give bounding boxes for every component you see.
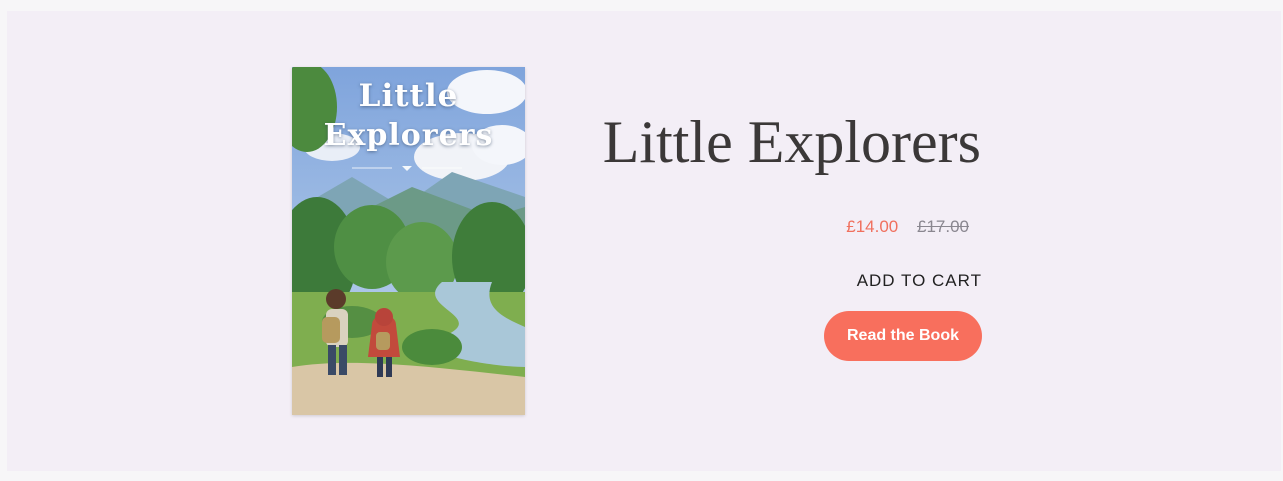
add-to-cart-button[interactable]: ADD TO CART <box>857 271 982 291</box>
read-the-book-button[interactable]: Read the Book <box>824 311 982 361</box>
original-price: £17.00 <box>917 217 969 236</box>
price-row: £14.00 £17.00 <box>846 217 969 237</box>
product-title: Little Explorers <box>602 109 981 175</box>
book-cover-image[interactable]: Little Explorers <box>292 67 525 415</box>
sale-price: £14.00 <box>846 217 899 236</box>
cover-title-line1: Little <box>358 78 459 114</box>
cover-title-line2: Explorers <box>323 118 494 153</box>
product-card: Little Explorers Little Explorers £14.00… <box>7 11 1281 471</box>
